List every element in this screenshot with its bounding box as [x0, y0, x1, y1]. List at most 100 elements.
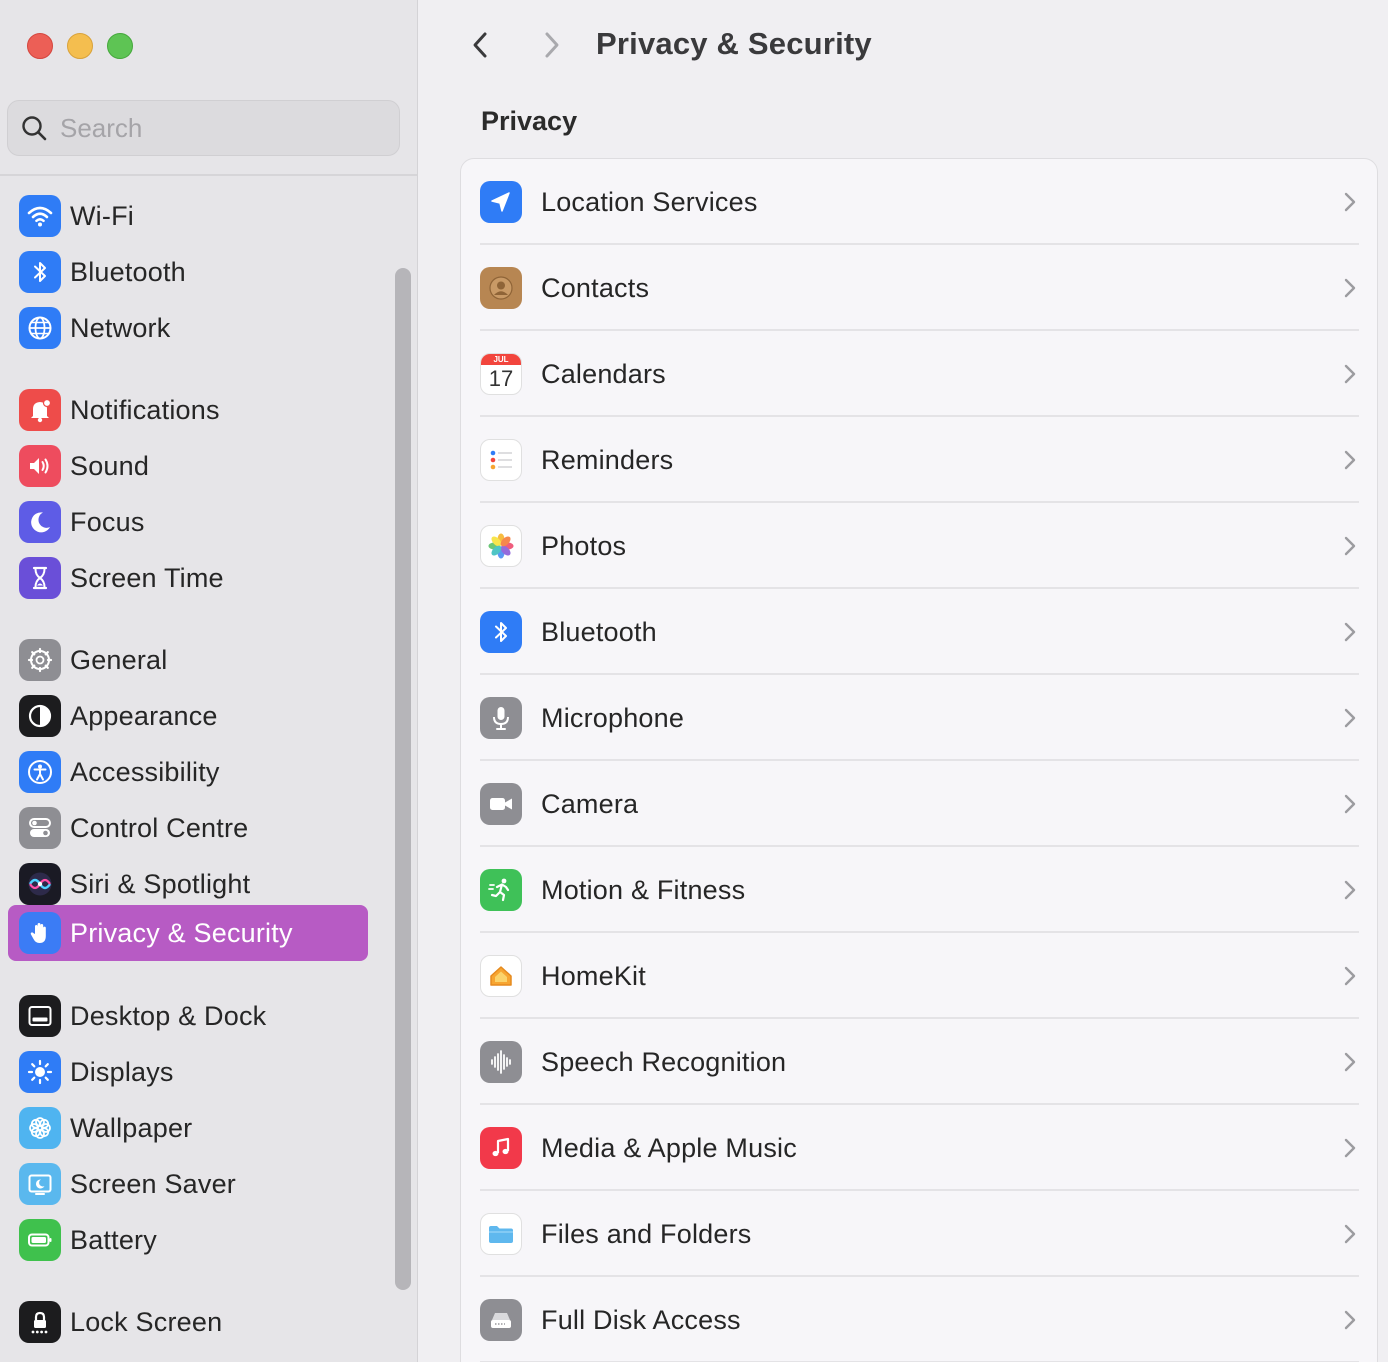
sidebar-scrollbar[interactable]	[395, 268, 411, 1290]
photos-icon	[480, 525, 522, 567]
sidebar-item-battery[interactable]: Battery	[8, 1212, 368, 1268]
search-input[interactable]	[60, 112, 360, 144]
chevron-left-icon[interactable]	[464, 28, 498, 62]
battery-icon	[19, 1219, 61, 1261]
list-item-camera[interactable]: Camera	[461, 761, 1379, 847]
sidebar-item-appearance[interactable]: Appearance	[8, 688, 368, 744]
list-item-files-folders[interactable]: Files and Folders	[461, 1191, 1379, 1277]
list-item-reminders[interactable]: Reminders	[461, 417, 1379, 503]
list-item-speech-recognition[interactable]: Speech Recognition	[461, 1019, 1379, 1105]
music-note-icon	[480, 1127, 522, 1169]
sidebar-item-label: Desktop & Dock	[70, 1000, 267, 1031]
list-item-bluetooth[interactable]: Bluetooth	[461, 589, 1379, 675]
sidebar-item-label: Control Centre	[70, 812, 249, 843]
list-item-label: Reminders	[541, 444, 674, 475]
chevron-right-icon	[1344, 450, 1356, 470]
sidebar: Wi-Fi Bluetooth Network Notifications So	[0, 0, 418, 1362]
running-icon	[480, 869, 522, 911]
sidebar-item-label: Privacy & Security	[70, 917, 293, 948]
chevron-right-icon	[1344, 192, 1356, 212]
gear-icon	[19, 639, 61, 681]
sidebar-item-label: Notifications	[70, 394, 220, 425]
sidebar-item-privacy-security[interactable]: Privacy & Security	[8, 905, 368, 961]
list-item-label: Bluetooth	[541, 616, 657, 647]
globe-icon	[19, 307, 61, 349]
list-item-label: Files and Folders	[541, 1218, 752, 1249]
sidebar-item-label: Network	[70, 312, 171, 343]
sidebar-item-general[interactable]: General	[8, 632, 368, 688]
list-item-motion-fitness[interactable]: Motion & Fitness	[461, 847, 1379, 933]
list-item-media-apple-music[interactable]: Media & Apple Music	[461, 1105, 1379, 1191]
sidebar-item-sound[interactable]: Sound	[8, 438, 368, 494]
list-item-location-services[interactable]: Location Services	[461, 159, 1379, 245]
chevron-right-icon	[1344, 880, 1356, 900]
sidebar-item-network[interactable]: Network	[8, 300, 368, 356]
sidebar-item-desktop-dock[interactable]: Desktop & Dock	[8, 988, 368, 1044]
chevron-right-icon	[1344, 794, 1356, 814]
chevron-right-icon	[1344, 966, 1356, 986]
chevron-right-icon[interactable]	[534, 28, 568, 62]
sidebar-divider	[0, 174, 417, 176]
sidebar-item-label: Screen Time	[70, 562, 224, 593]
sidebar-item-notifications[interactable]: Notifications	[8, 382, 368, 438]
list-item-photos[interactable]: Photos	[461, 503, 1379, 589]
list-item-label: Location Services	[541, 186, 758, 217]
location-arrow-icon	[480, 181, 522, 223]
screensaver-icon	[19, 1163, 61, 1205]
dock-icon	[19, 995, 61, 1037]
sidebar-item-wallpaper[interactable]: Wallpaper	[8, 1100, 368, 1156]
list-item-calendars[interactable]: JUL 17 Calendars	[461, 331, 1379, 417]
sidebar-item-label: Wallpaper	[70, 1112, 193, 1143]
sidebar-item-screen-saver[interactable]: Screen Saver	[8, 1156, 368, 1212]
sidebar-item-screen-time[interactable]: Screen Time	[8, 550, 368, 606]
hand-icon	[19, 912, 61, 954]
sidebar-item-label: Battery	[70, 1224, 157, 1255]
sidebar-item-label: Wi-Fi	[70, 200, 134, 231]
list-item-full-disk-access[interactable]: Full Disk Access	[461, 1277, 1379, 1362]
calendar-day: 17	[488, 366, 514, 391]
bluetooth-icon	[19, 251, 61, 293]
sidebar-item-label: Siri & Spotlight	[70, 868, 251, 899]
search-field[interactable]	[7, 100, 400, 156]
siri-icon	[19, 863, 61, 905]
lock-icon	[19, 1301, 61, 1343]
list-item-homekit[interactable]: HomeKit	[461, 933, 1379, 1019]
calendar-icon: JUL 17	[480, 353, 522, 395]
zoom-window-button[interactable]	[107, 33, 133, 59]
sidebar-item-label: Displays	[70, 1056, 174, 1087]
list-item-label: Calendars	[541, 358, 666, 389]
sidebar-item-control-centre[interactable]: Control Centre	[8, 800, 368, 856]
sidebar-item-label: Screen Saver	[70, 1168, 236, 1199]
calendar-month: JUL	[481, 354, 521, 365]
close-window-button[interactable]	[27, 33, 53, 59]
section-title: Privacy	[481, 106, 578, 136]
contacts-icon	[480, 267, 522, 309]
microphone-icon	[480, 697, 522, 739]
folder-icon	[480, 1213, 522, 1255]
list-item-label: Contacts	[541, 272, 650, 303]
sidebar-item-label: General	[70, 644, 168, 675]
sidebar-item-wifi[interactable]: Wi-Fi	[8, 188, 368, 244]
sidebar-item-displays[interactable]: Displays	[8, 1044, 368, 1100]
privacy-list: Location Services Contacts JUL 17 Calend…	[460, 158, 1378, 1362]
list-item-label: Speech Recognition	[541, 1046, 787, 1077]
window-controls	[27, 33, 133, 59]
sidebar-item-focus[interactable]: Focus	[8, 494, 368, 550]
sidebar-item-bluetooth[interactable]: Bluetooth	[8, 244, 368, 300]
toggles-icon	[19, 807, 61, 849]
minimize-window-button[interactable]	[67, 33, 93, 59]
chevron-right-icon	[1344, 1310, 1356, 1330]
list-item-microphone[interactable]: Microphone	[461, 675, 1379, 761]
list-item-label: Microphone	[541, 702, 685, 733]
chevron-right-icon	[1344, 536, 1356, 556]
hourglass-icon	[19, 557, 61, 599]
appearance-icon	[19, 695, 61, 737]
list-item-label: HomeKit	[541, 960, 646, 991]
list-item-label: Full Disk Access	[541, 1304, 741, 1335]
list-item-label: Media & Apple Music	[541, 1132, 797, 1163]
sidebar-item-lock-screen[interactable]: Lock Screen	[8, 1294, 368, 1350]
list-item-contacts[interactable]: Contacts	[461, 245, 1379, 331]
sidebar-item-siri-spotlight[interactable]: Siri & Spotlight	[8, 856, 368, 912]
wifi-icon	[19, 195, 61, 237]
sidebar-item-accessibility[interactable]: Accessibility	[8, 744, 368, 800]
